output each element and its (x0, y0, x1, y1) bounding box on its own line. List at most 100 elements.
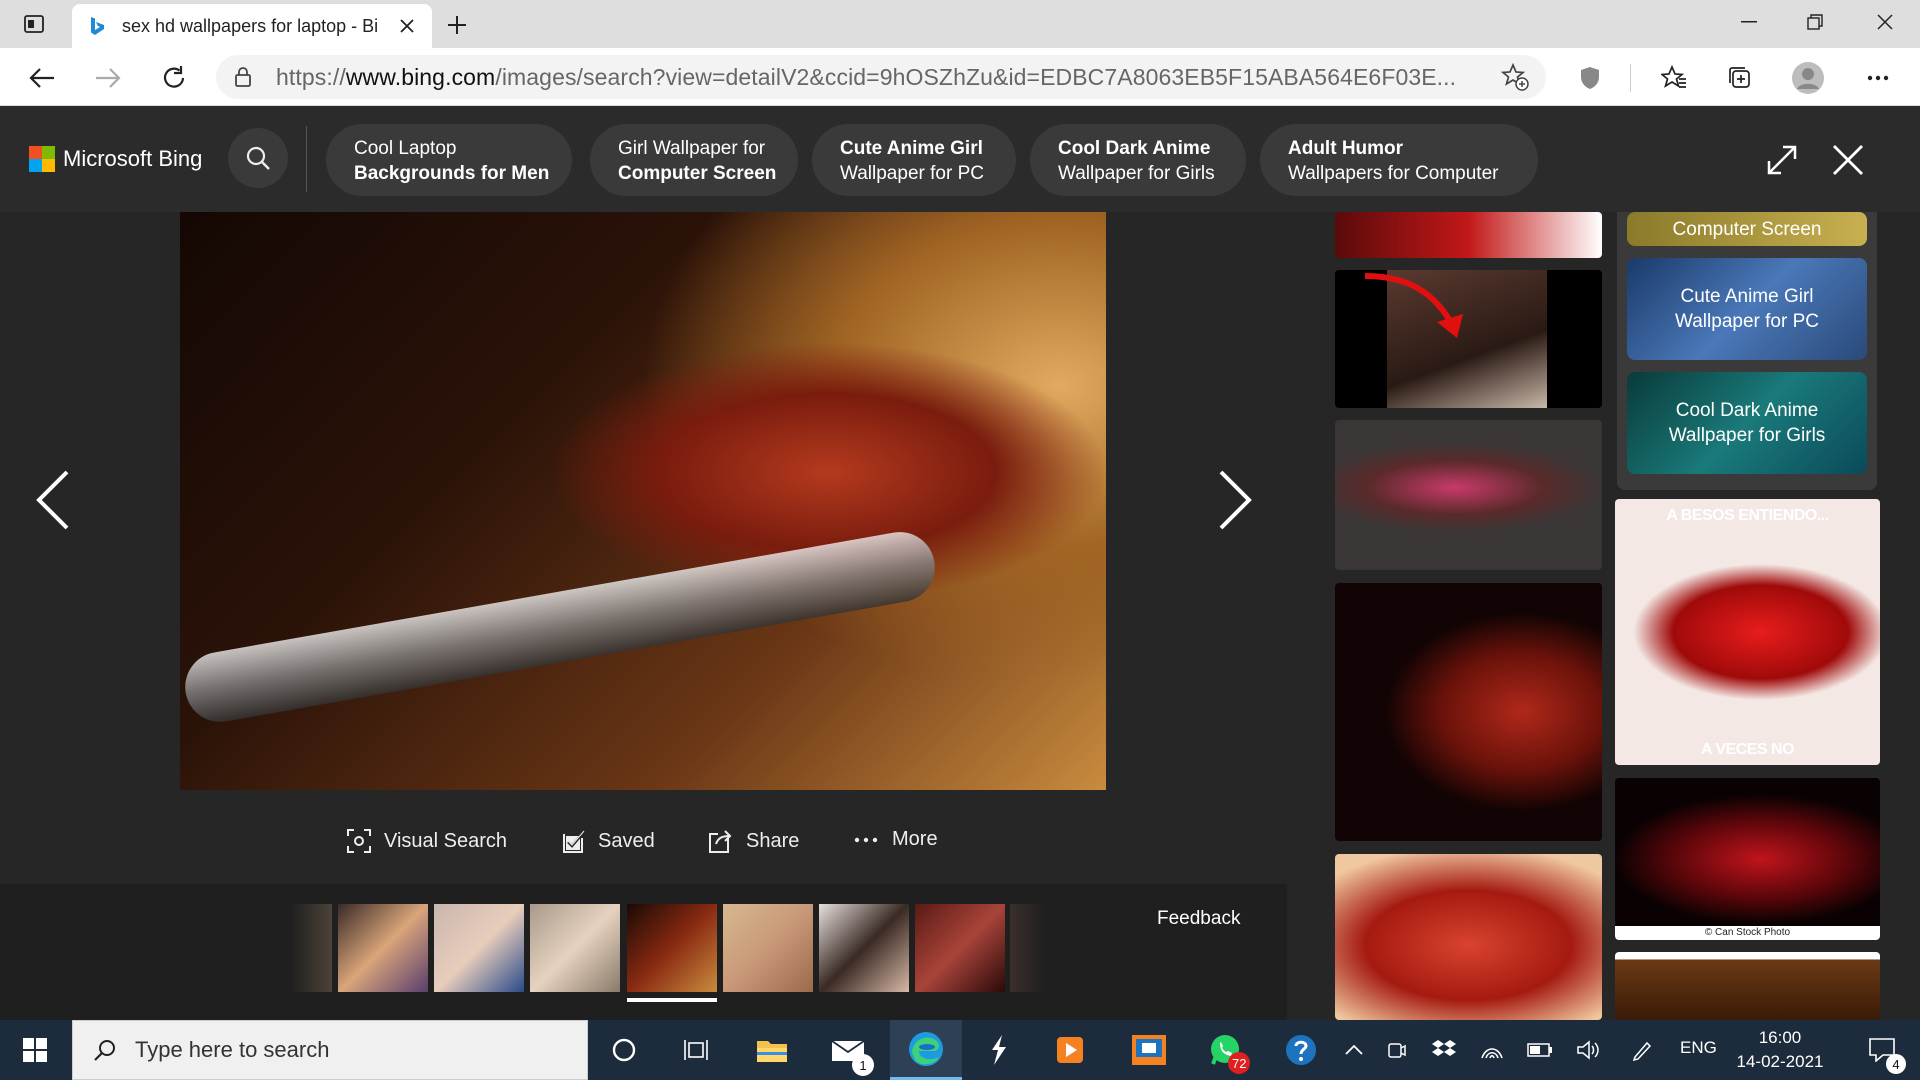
filmstrip-thumbnail[interactable] (292, 904, 332, 992)
taskbar-search-box[interactable]: Type here to search (72, 1020, 588, 1080)
related-image[interactable] (1335, 420, 1602, 570)
card-line1: Cool Dark Anime (1675, 400, 1819, 421)
filmstrip-thumbnail[interactable] (1010, 904, 1046, 992)
image-detail-wire (180, 526, 941, 728)
related-search-chip[interactable]: Cool Laptop Backgrounds for Men (326, 124, 572, 196)
search-button[interactable] (228, 128, 288, 188)
related-image[interactable] (1335, 583, 1602, 841)
filmstrip-thumbnail-active[interactable] (627, 904, 717, 992)
saved-button[interactable]: Saved (560, 828, 655, 854)
meme-top-text: A BESOS ENTIENDO... (1666, 507, 1829, 524)
filmstrip-thumbnail[interactable] (530, 904, 620, 992)
related-image[interactable]: © Can Stock Photo (1615, 778, 1880, 940)
related-search-card[interactable]: Cute Anime Girl Wallpaper for PC (1627, 258, 1867, 360)
whatsapp-button[interactable]: 72 (1190, 1020, 1260, 1080)
search-placeholder: Type here to search (135, 1037, 330, 1062)
help-button[interactable] (1268, 1020, 1334, 1080)
refresh-button[interactable] (154, 58, 194, 98)
previous-image-arrow[interactable] (28, 460, 78, 540)
chip-line2: Wallpaper for PC (840, 163, 984, 184)
related-search-card-partial[interactable]: Computer Screen (1627, 212, 1867, 246)
language-indicator[interactable]: ENG (1680, 1038, 1717, 1058)
show-hidden-icons-button[interactable] (1336, 1020, 1372, 1080)
close-viewer-icon[interactable] (1828, 140, 1868, 180)
main-image[interactable] (180, 212, 1106, 790)
dropbox-icon[interactable] (1428, 1020, 1460, 1080)
feedback-link[interactable]: Feedback (1157, 908, 1240, 930)
related-image[interactable] (1335, 270, 1602, 408)
card-line1: Cute Anime Girl (1680, 286, 1814, 307)
browser-toolbar: https://www.bing.com/images/search?view=… (0, 48, 1920, 106)
browser-tab-active[interactable]: sex hd wallpapers for laptop - Bi (72, 4, 432, 48)
filmstrip-thumbnail[interactable] (338, 904, 428, 992)
chip-line2: Computer Screen (618, 163, 777, 184)
chip-line1: Cute Anime Girl (840, 138, 983, 159)
profile-avatar[interactable] (1788, 58, 1828, 98)
tracking-prevention-icon[interactable] (1570, 58, 1610, 98)
mail-badge: 1 (852, 1054, 874, 1076)
chip-line1: Cool Dark Anime (1058, 138, 1211, 159)
new-tab-button[interactable] (442, 10, 472, 40)
volume-icon[interactable] (1572, 1020, 1604, 1080)
related-search-chip[interactable]: Cute Anime Girl Wallpaper for PC (812, 124, 1016, 196)
related-search-chip[interactable]: Cool Dark Anime Wallpaper for Girls (1030, 124, 1246, 196)
bing-logo[interactable]: Microsoft Bing (29, 146, 202, 172)
back-button[interactable] (22, 58, 62, 98)
tab-actions-icon[interactable] (16, 12, 52, 36)
action-center-button[interactable]: 4 (1852, 1020, 1912, 1080)
remote-desktop-button[interactable] (1114, 1020, 1184, 1080)
related-search-card[interactable]: Cool Dark Anime Wallpaper for Girls (1627, 372, 1867, 474)
tab-title: sex hd wallpapers for laptop - Bi (122, 15, 379, 36)
related-search-chip[interactable]: Girl Wallpaper for Computer Screen (590, 124, 798, 196)
visual-search-button[interactable]: Visual Search (346, 828, 507, 854)
close-window-button[interactable] (1852, 0, 1918, 44)
more-button[interactable]: More (854, 828, 938, 851)
settings-more-icon[interactable] (1858, 58, 1898, 98)
related-image-meme[interactable]: A BESOS ENTIENDO... A VECES NO (1615, 499, 1880, 765)
related-image[interactable] (1615, 952, 1880, 1020)
media-player-icon (1057, 1037, 1083, 1063)
notification-count-badge: 4 (1886, 1054, 1906, 1074)
lock-icon[interactable] (232, 66, 254, 88)
related-search-chip[interactable]: Adult Humor Wallpapers for Computer (1260, 124, 1538, 196)
file-explorer-button[interactable] (742, 1020, 802, 1080)
image-credit: © Can Stock Photo (1615, 926, 1880, 940)
chip-line2: Wallpaper for Girls (1058, 163, 1215, 184)
next-image-arrow[interactable] (1210, 460, 1260, 540)
clock[interactable]: 16:00 14-02-2021 (1720, 1026, 1840, 1074)
help-icon (1286, 1035, 1316, 1065)
favorites-icon[interactable] (1654, 58, 1694, 98)
cortana-button[interactable] (594, 1020, 654, 1080)
related-image[interactable] (1335, 854, 1602, 1020)
add-favorite-icon[interactable] (1500, 62, 1530, 92)
tab-close-icon[interactable] (396, 15, 418, 37)
app-lightning-button[interactable] (968, 1020, 1028, 1080)
collections-icon[interactable] (1720, 58, 1760, 98)
more-dots-icon (854, 837, 878, 842)
battery-icon[interactable] (1524, 1020, 1556, 1080)
share-button[interactable]: Share (708, 828, 799, 854)
filmstrip-thumbnail[interactable] (723, 904, 813, 992)
media-player-button[interactable] (1040, 1020, 1100, 1080)
saved-label: Saved (598, 829, 655, 852)
filmstrip-thumbnail[interactable] (434, 904, 524, 992)
address-bar[interactable]: https://www.bing.com/images/search?view=… (216, 55, 1546, 99)
forward-button[interactable] (88, 58, 128, 98)
start-button[interactable] (0, 1020, 70, 1080)
mail-button[interactable]: 1 (818, 1020, 878, 1080)
restore-button[interactable] (1782, 0, 1848, 44)
share-icon (709, 830, 732, 853)
header-divider (306, 126, 307, 192)
card-line2: Wallpaper for Girls (1668, 425, 1826, 446)
wifi-icon[interactable] (1476, 1020, 1508, 1080)
filmstrip-thumbnail[interactable] (819, 904, 909, 992)
minimize-button[interactable] (1716, 0, 1782, 44)
related-image[interactable] (1335, 212, 1602, 258)
url-text: https://www.bing.com/images/search?view=… (276, 64, 1500, 91)
pen-workspace-icon[interactable] (1626, 1020, 1658, 1080)
meet-now-icon[interactable] (1380, 1020, 1412, 1080)
task-view-button[interactable] (666, 1020, 726, 1080)
edge-button[interactable] (890, 1020, 962, 1080)
expand-icon[interactable] (1762, 140, 1802, 180)
filmstrip-thumbnail[interactable] (915, 904, 1005, 992)
